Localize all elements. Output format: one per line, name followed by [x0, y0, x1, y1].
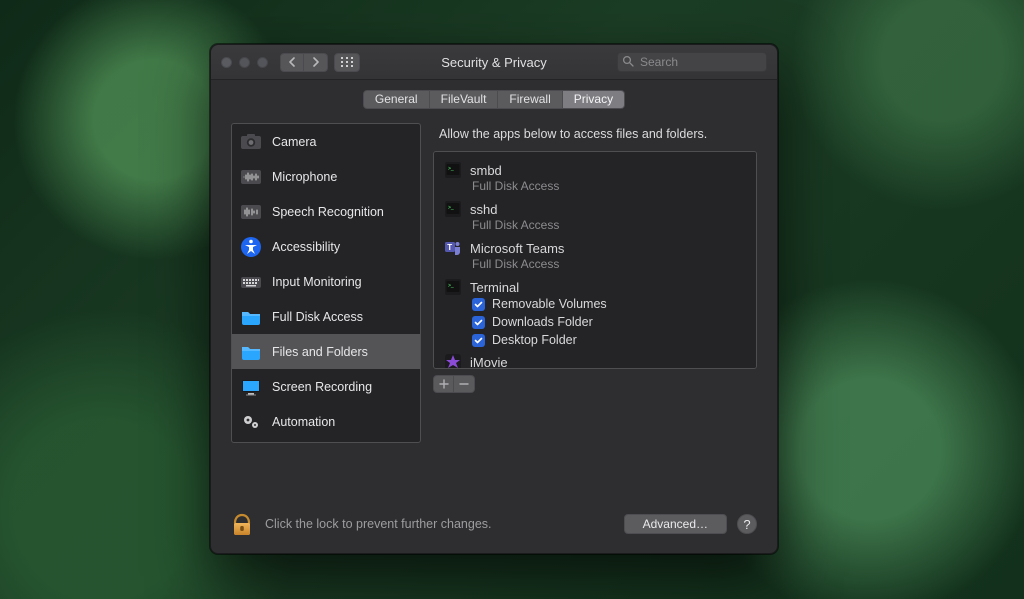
show-all-button[interactable] [334, 53, 360, 72]
sidebar-item-files-and-folders[interactable]: Files and Folders [232, 334, 420, 369]
sidebar-item-full-disk-access[interactable]: Full Disk Access [232, 299, 420, 334]
app-row[interactable]: iMovie [434, 350, 756, 369]
tab-row: GeneralFileVaultFirewallPrivacy [211, 80, 777, 123]
main: Camera Microphone Speech Recognition Access… [211, 123, 777, 497]
sidebar-item-input-monitoring[interactable]: Input Monitoring [232, 264, 420, 299]
app-list[interactable]: >_smbdFull Disk Access>_sshdFull Disk Ac… [433, 151, 757, 369]
sidebar-item-speech[interactable]: Speech Recognition [232, 194, 420, 229]
keyboard-icon [240, 271, 262, 293]
titlebar: Security & Privacy [211, 45, 777, 80]
svg-text:>_: >_ [448, 166, 454, 172]
sidebar-item-label: Speech Recognition [272, 205, 384, 219]
app-subtext: Full Disk Access [434, 218, 756, 236]
mic-icon [240, 166, 262, 188]
minimize-window-button[interactable] [239, 57, 250, 68]
sidebar-item-camera[interactable]: Camera [232, 124, 420, 159]
exec-icon: >_ [444, 278, 462, 296]
exec-icon: >_ [444, 200, 462, 218]
app-row[interactable]: >_ sshd [434, 197, 756, 218]
svg-text:>_: >_ [448, 283, 454, 289]
svg-text:T: T [447, 243, 452, 252]
search-input[interactable] [617, 52, 767, 72]
permission-label: Desktop Folder [492, 333, 577, 347]
teams-icon: T [444, 239, 462, 257]
app-name: Terminal [470, 280, 519, 295]
app-subtext: Full Disk Access [434, 179, 756, 197]
exec-icon: >_ [444, 161, 462, 179]
back-button[interactable] [280, 53, 304, 72]
sidebar-item-label: Input Monitoring [272, 275, 362, 289]
sidebar-item-microphone[interactable]: Microphone [232, 159, 420, 194]
permission-checkbox[interactable] [472, 334, 485, 347]
search-icon [622, 55, 634, 67]
sidebar-item-label: Camera [272, 135, 316, 149]
svg-text:>_: >_ [448, 205, 454, 211]
lock-icon[interactable] [231, 511, 253, 537]
app-subtext: Full Disk Access [434, 257, 756, 275]
remove-button[interactable] [454, 375, 475, 393]
tab-filevault[interactable]: FileVault [430, 90, 499, 109]
add-remove-bar [433, 375, 757, 393]
tab-general[interactable]: General [363, 90, 430, 109]
permission-row[interactable]: Downloads Folder [434, 314, 756, 332]
detail-pane: Allow the apps below to access files and… [433, 123, 757, 483]
tab-privacy[interactable]: Privacy [563, 90, 625, 109]
sidebar-item-automation[interactable]: Automation [232, 404, 420, 439]
tab-firewall[interactable]: Firewall [498, 90, 562, 109]
display-icon [240, 376, 262, 398]
sidebar-item-label: Accessibility [272, 240, 340, 254]
zoom-window-button[interactable] [257, 57, 268, 68]
app-name: sshd [470, 202, 497, 217]
help-button[interactable]: ? [737, 514, 757, 534]
lock-text: Click the lock to prevent further change… [265, 517, 492, 531]
nav-buttons [280, 53, 328, 72]
gears-icon [240, 411, 262, 433]
app-row[interactable]: >_ smbd [434, 158, 756, 179]
folder-icon [240, 306, 262, 328]
permission-row[interactable]: Removable Volumes [434, 296, 756, 314]
window-controls [221, 57, 268, 68]
app-name: Microsoft Teams [470, 241, 564, 256]
folder-icon [240, 341, 262, 363]
forward-button[interactable] [304, 53, 328, 72]
add-button[interactable] [433, 375, 454, 393]
permission-row[interactable]: Desktop Folder [434, 332, 756, 350]
sidebar-item-label: Full Disk Access [272, 310, 363, 324]
advanced-button[interactable]: Advanced… [624, 514, 727, 534]
app-row[interactable]: >_ Terminal [434, 275, 756, 296]
sidebar-item-accessibility[interactable]: Accessibility [232, 229, 420, 264]
permission-label: Downloads Folder [492, 315, 593, 329]
app-row[interactable]: T Microsoft Teams [434, 236, 756, 257]
app-name: smbd [470, 163, 502, 178]
camera-icon [240, 131, 262, 153]
permission-checkbox[interactable] [472, 316, 485, 329]
search-wrap [617, 52, 767, 72]
app-name: iMovie [470, 355, 508, 370]
imovie-icon [444, 353, 462, 369]
preferences-window: Security & Privacy GeneralFileVaultFirew… [210, 44, 778, 554]
category-sidebar[interactable]: Camera Microphone Speech Recognition Access… [231, 123, 421, 443]
permission-checkbox[interactable] [472, 298, 485, 311]
sidebar-item-label: Microphone [272, 170, 337, 184]
sidebar-item-screen-recording[interactable]: Screen Recording [232, 369, 420, 404]
tabs: GeneralFileVaultFirewallPrivacy [363, 90, 625, 109]
access-icon [240, 236, 262, 258]
speech-icon [240, 201, 262, 223]
sidebar-item-label: Files and Folders [272, 345, 368, 359]
sidebar-item-label: Screen Recording [272, 380, 372, 394]
footer: Click the lock to prevent further change… [211, 497, 777, 553]
sidebar-item-label: Automation [272, 415, 335, 429]
close-window-button[interactable] [221, 57, 232, 68]
permission-label: Removable Volumes [492, 297, 607, 311]
prompt-text: Allow the apps below to access files and… [439, 127, 757, 141]
